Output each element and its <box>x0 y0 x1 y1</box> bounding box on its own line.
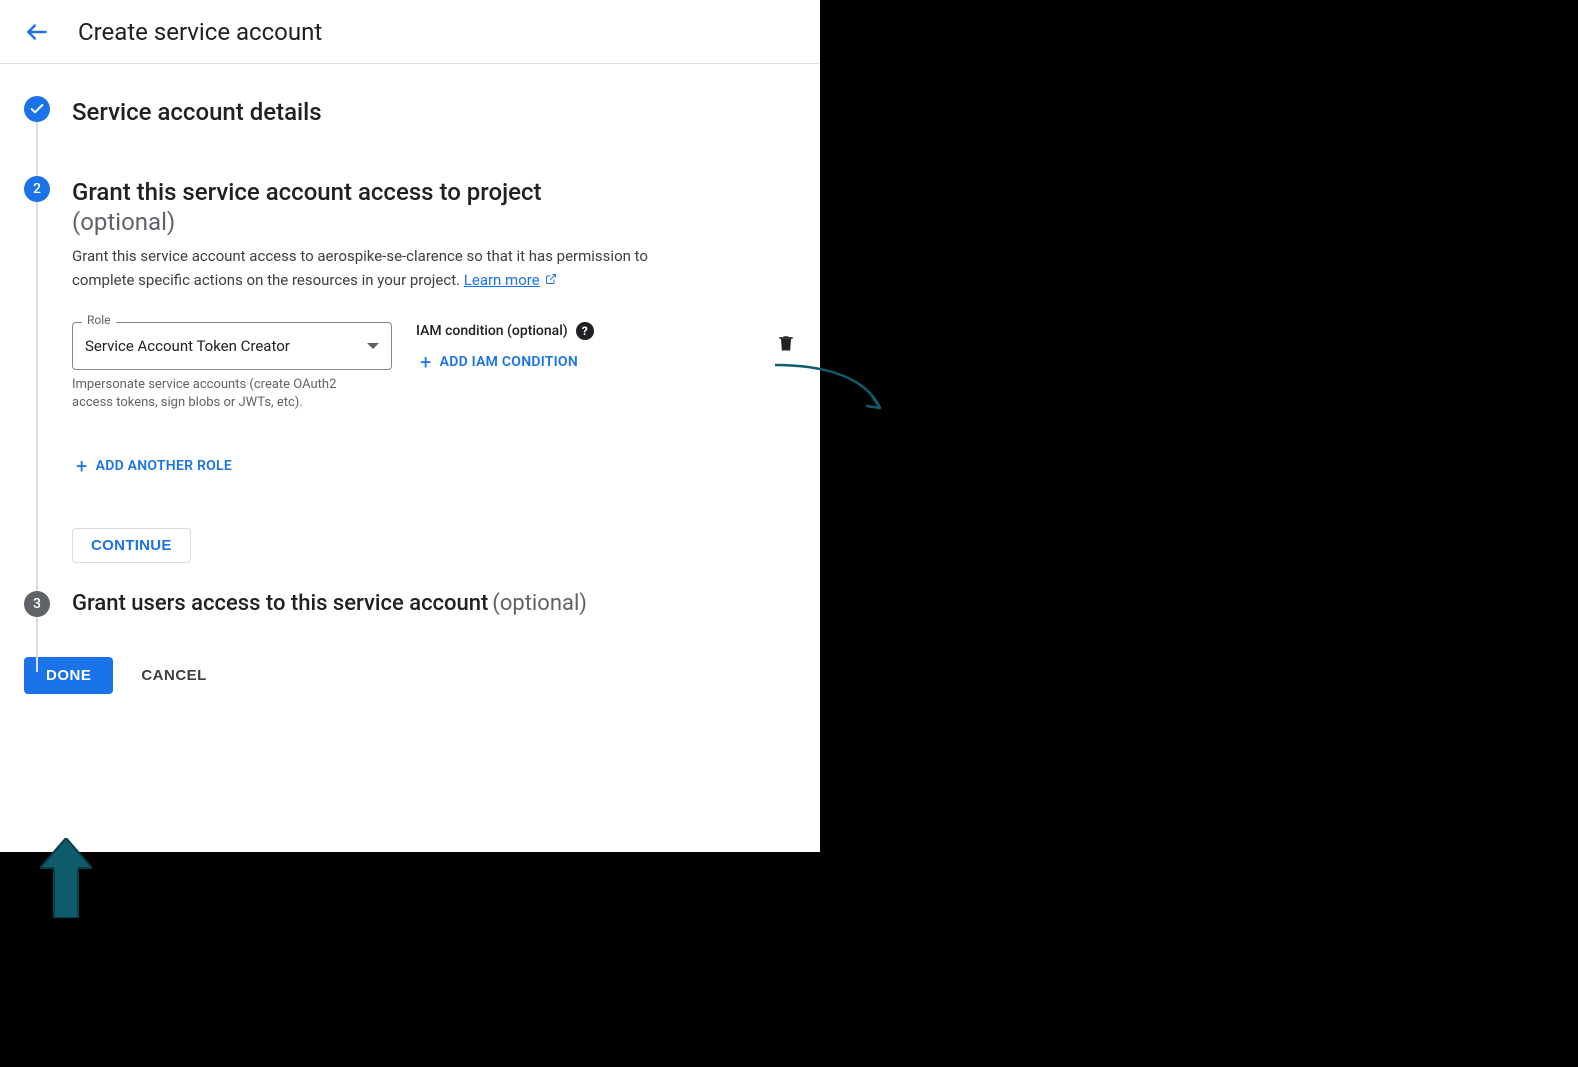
role-value: Service Account Token Creator <box>85 337 290 355</box>
plus-icon: + <box>76 458 88 474</box>
role-row: Role Service Account Token Creator Imper… <box>72 322 796 412</box>
step-2-optional-label: (optional) <box>72 208 541 236</box>
help-icon[interactable]: ? <box>576 322 594 340</box>
external-link-icon <box>542 274 557 289</box>
footer-buttons: DONE CANCEL <box>24 657 796 694</box>
role-field-label: Role <box>82 313 116 327</box>
add-iam-condition-label: ADD IAM CONDITION <box>440 354 578 370</box>
step-2-title: Grant this service account access to pro… <box>72 176 541 208</box>
step-3: 3 Grant users access to this service acc… <box>24 591 796 617</box>
chevron-down-icon <box>367 343 379 349</box>
step-2-description: Grant this service account access to aer… <box>72 244 712 294</box>
step-2-description-text: Grant this service account access to aer… <box>72 247 648 289</box>
step-3-indicator[interactable]: 3 <box>24 591 50 617</box>
back-arrow-icon[interactable] <box>24 19 50 45</box>
add-another-role-button[interactable]: + ADD ANOTHER ROLE <box>72 452 796 480</box>
role-helper-text: Impersonate service accounts (create OAu… <box>72 376 372 412</box>
role-dropdown[interactable]: Service Account Token Creator <box>72 322 392 370</box>
step-1: Service account details <box>24 96 796 128</box>
step-1-indicator-done[interactable] <box>24 96 50 122</box>
delete-role-button[interactable] <box>776 322 796 358</box>
iam-condition-column: IAM condition (optional) ? + ADD IAM CON… <box>416 322 732 376</box>
check-icon <box>29 101 45 117</box>
add-another-role-label: ADD ANOTHER ROLE <box>96 458 232 474</box>
page-header: Create service account <box>0 0 820 64</box>
step-2: 2 Grant this service account access to p… <box>24 176 796 236</box>
page-title: Create service account <box>78 18 322 46</box>
trash-icon <box>776 332 796 354</box>
iam-condition-label: IAM condition (optional) <box>416 323 568 339</box>
step-3-optional-label: (optional) <box>492 591 587 616</box>
step-2-body: Grant this service account access to aer… <box>72 244 796 563</box>
continue-button[interactable]: CONTINUE <box>72 528 191 563</box>
cancel-button[interactable]: CANCEL <box>141 667 207 684</box>
create-service-account-panel: Create service account Service account d… <box>0 0 820 852</box>
iam-label-row: IAM condition (optional) ? <box>416 322 732 340</box>
plus-icon: + <box>420 354 432 370</box>
learn-more-link[interactable]: Learn more <box>464 271 540 289</box>
wizard-content: Service account details 2 Grant this ser… <box>0 64 820 718</box>
role-field-wrap: Role Service Account Token Creator Imper… <box>72 322 392 412</box>
step-1-title: Service account details <box>72 96 322 128</box>
add-iam-condition-button[interactable]: + ADD IAM CONDITION <box>416 348 732 376</box>
step-2-indicator[interactable]: 2 <box>24 176 50 202</box>
step-3-title: Grant users access to this service accou… <box>72 591 488 616</box>
